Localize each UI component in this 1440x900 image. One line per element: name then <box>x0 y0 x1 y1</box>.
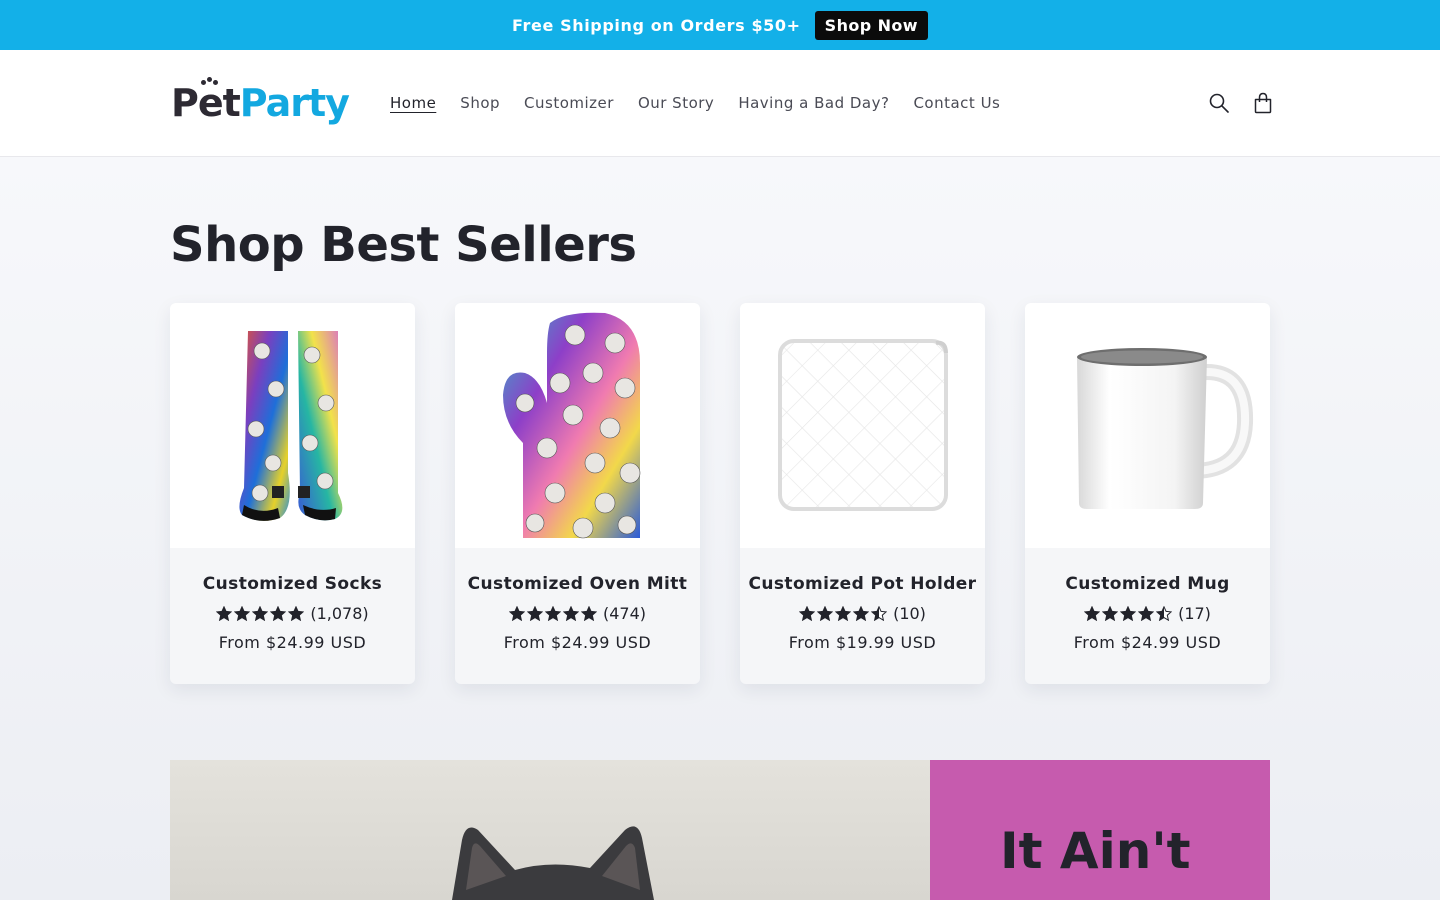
rating-stars <box>1084 606 1173 621</box>
product-title[interactable]: Customized Mug <box>1025 574 1270 594</box>
star-icon <box>252 606 269 621</box>
product-rating: (474) <box>455 604 700 623</box>
announcement-bar: Free Shipping on Orders $50+ Shop Now <box>0 0 1440 50</box>
star-icon <box>526 606 543 621</box>
product-price: From $19.99 USD <box>788 633 937 652</box>
rating-stars <box>508 606 597 621</box>
nav-home[interactable]: Home <box>378 94 448 112</box>
main-content: Shop Best Sellers Customized Socks (1,07… <box>0 157 1440 900</box>
galaxy-oven-mitt-image <box>503 312 641 539</box>
product-price: From $24.99 USD <box>1073 633 1222 652</box>
star-icon <box>234 606 251 621</box>
nav-having-a-bad-day[interactable]: Having a Bad Day? <box>726 94 901 112</box>
paw-icon <box>201 77 218 87</box>
review-count: (474) <box>602 604 647 623</box>
cart-icon[interactable] <box>1252 87 1274 119</box>
banner-heading: It Ain't <box>1000 822 1191 880</box>
star-icon <box>799 606 816 621</box>
product-title[interactable]: Customized Pot Holder <box>740 574 985 594</box>
product-image[interactable] <box>170 303 415 548</box>
logo-text-party: Party <box>239 81 350 125</box>
star-icon <box>835 606 852 621</box>
banner-cat-image <box>170 760 930 900</box>
product-title[interactable]: Customized Socks <box>170 574 415 594</box>
announcement-text: Free Shipping on Orders $50+ <box>512 15 801 35</box>
nav-our-story[interactable]: Our Story <box>626 94 726 112</box>
star-icon <box>270 606 287 621</box>
star-icon <box>817 606 834 621</box>
main-nav: Home Shop Customizer Our Story Having a … <box>378 50 1012 156</box>
galaxy-socks-image <box>239 331 343 521</box>
product-rating: (17) <box>1025 604 1270 623</box>
product-price: From $24.99 USD <box>218 633 367 652</box>
site-header: Pet Party Home Shop Customizer Our Story … <box>0 50 1440 157</box>
product-image[interactable] <box>740 303 985 548</box>
banner-panel: It Ain't <box>930 760 1270 900</box>
star-icon <box>1120 606 1137 621</box>
header-icons <box>1208 87 1274 119</box>
star-icon <box>544 606 561 621</box>
nav-contact-us[interactable]: Contact Us <box>901 94 1012 112</box>
star-icon <box>580 606 597 621</box>
product-card[interactable]: Customized Mug (17) From $24.99 USD <box>1025 303 1270 684</box>
mug-image <box>1077 348 1254 509</box>
star-icon <box>288 606 305 621</box>
product-card[interactable]: Customized Socks (1,078) From $24.99 USD <box>170 303 415 684</box>
rating-stars <box>216 606 305 621</box>
product-rating: (1,078) <box>170 604 415 623</box>
pot-holder-image <box>778 339 948 511</box>
star-icon <box>1102 606 1119 621</box>
star-icon <box>1138 606 1155 621</box>
product-card[interactable]: Customized Oven Mitt (474) From $24.99 U… <box>455 303 700 684</box>
nav-customizer[interactable]: Customizer <box>512 94 626 112</box>
nav-shop[interactable]: Shop <box>448 94 512 112</box>
product-card[interactable]: Customized Pot Holder (10) From $19.99 U… <box>740 303 985 684</box>
star-icon <box>1156 606 1173 621</box>
petparty-logo[interactable]: Pet Party <box>171 72 350 134</box>
product-rating: (10) <box>740 604 985 623</box>
logo-text-pet: Pet <box>171 81 241 125</box>
star-icon <box>216 606 233 621</box>
star-icon <box>1084 606 1101 621</box>
product-title[interactable]: Customized Oven Mitt <box>455 574 700 594</box>
review-count: (10) <box>893 604 926 623</box>
rating-stars <box>799 606 888 621</box>
search-icon[interactable] <box>1208 87 1230 119</box>
review-count: (17) <box>1178 604 1211 623</box>
star-icon <box>562 606 579 621</box>
product-price: From $24.99 USD <box>503 633 652 652</box>
shop-now-button[interactable]: Shop Now <box>814 10 928 40</box>
section-title: Shop Best Sellers <box>170 217 637 273</box>
product-image[interactable] <box>1025 303 1270 548</box>
product-image[interactable] <box>455 303 700 548</box>
star-icon <box>508 606 525 621</box>
star-icon <box>853 606 870 621</box>
review-count: (1,078) <box>310 604 369 623</box>
star-icon <box>871 606 888 621</box>
product-grid: Customized Socks (1,078) From $24.99 USD <box>170 303 1270 684</box>
